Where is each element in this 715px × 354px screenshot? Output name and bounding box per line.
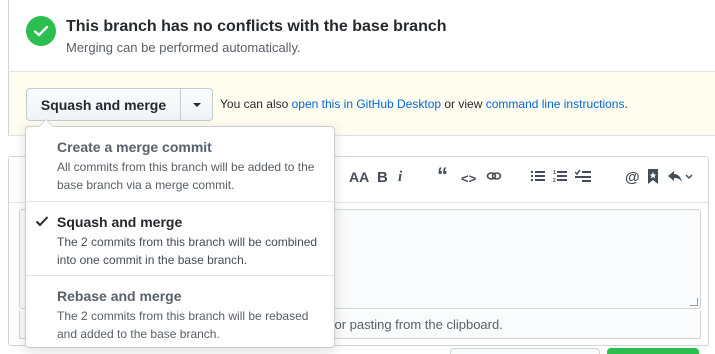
saved-reply-bookmark-icon[interactable]	[647, 169, 659, 188]
attach-rest-text: , or pasting from the clipboard.	[327, 317, 503, 332]
link-icon[interactable]	[486, 169, 502, 187]
option-title: Create a merge commit	[57, 139, 212, 155]
status-title: This branch has no conflicts with the ba…	[66, 18, 447, 35]
dropdown-pointer-icon	[38, 119, 54, 127]
check-circle-icon	[26, 16, 56, 46]
merge-method-dropdown-toggle[interactable]	[181, 89, 212, 120]
svg-text:2: 2	[553, 178, 556, 183]
attach-files-text: n, or pasting from the clipboard.	[320, 317, 503, 332]
squash-and-merge-button[interactable]: Squash and merge	[27, 89, 181, 120]
caret-down-icon	[192, 102, 201, 107]
command-line-instructions-link[interactable]: command line instructions	[486, 97, 625, 111]
also-prefix: You can also	[220, 97, 292, 111]
comment-button[interactable]	[607, 348, 699, 354]
task-list-icon[interactable]	[574, 169, 591, 187]
mention-icon[interactable]: @	[625, 169, 640, 186]
reply-icon[interactable]	[667, 169, 693, 187]
merge-option-rebase-and-merge[interactable]: Rebase and merge The 2 commits from this…	[26, 275, 334, 349]
close-pull-request-button[interactable]	[450, 348, 600, 354]
or-view-text: or view	[441, 97, 486, 111]
merge-option-create-merge-commit[interactable]: Create a merge commit All commits from t…	[26, 127, 334, 201]
italic-icon[interactable]: i	[398, 169, 402, 186]
quote-icon[interactable]: “	[437, 163, 448, 189]
merge-method-dropdown: Create a merge commit All commits from t…	[25, 119, 335, 349]
merge-button-group: Squash and merge	[26, 88, 213, 121]
status-subtitle: Merging can be performed automatically.	[66, 40, 301, 55]
merge-status-panel: This branch has no conflicts with the ba…	[8, 0, 715, 72]
option-description: The 2 commits from this branch will be c…	[57, 235, 318, 267]
code-icon[interactable]: <>	[461, 171, 476, 186]
alternative-merge-text: You can also open this in GitHub Desktop…	[220, 97, 628, 111]
ordered-list-icon[interactable]: 12	[553, 169, 567, 187]
option-title: Squash and merge	[57, 214, 183, 230]
checkmark-icon	[35, 216, 49, 227]
suffix-text: .	[624, 97, 628, 111]
merge-option-squash-and-merge[interactable]: Squash and merge The 2 commits from this…	[26, 201, 334, 275]
option-title: Rebase and merge	[57, 288, 182, 304]
heading-icon[interactable]: AA	[349, 169, 369, 185]
svg-text:1: 1	[553, 170, 556, 176]
resize-grip-icon[interactable]	[690, 298, 698, 306]
open-in-desktop-link[interactable]: open this in GitHub Desktop	[292, 97, 441, 111]
bold-icon[interactable]: B	[377, 169, 388, 186]
option-description: The 2 commits from this branch will be r…	[57, 309, 309, 341]
option-description: All commits from this branch will be add…	[57, 160, 315, 192]
unordered-list-icon[interactable]	[531, 169, 545, 187]
